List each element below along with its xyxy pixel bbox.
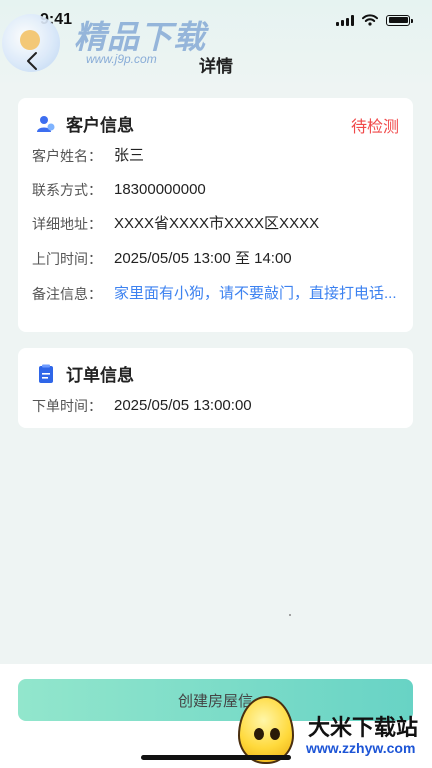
home-indicator[interactable] [141, 755, 291, 760]
customer-card-title: 客户信息 [66, 116, 134, 135]
signal-icon [336, 14, 354, 26]
row-value: XXXX省XXXX市XXXX区XXXX [114, 215, 320, 232]
row-order-time: 下单时间： 2025/05/05 13:00:00 [32, 396, 252, 416]
user-icon [37, 115, 55, 132]
row-label: 客户姓名： [32, 148, 102, 164]
status-time: 9:41 [40, 11, 73, 28]
battery-icon [386, 14, 413, 26]
row-value[interactable]: 18300000000 [114, 180, 206, 200]
row-address: 详细地址： XXXX省XXXX市XXXX区XXXX [32, 214, 319, 234]
customer-info-card: 客户信息 待检测 客户姓名： 张三 联系方式： 18300000000 详细地址… [18, 98, 413, 332]
create-button-label: 创建房屋信 [177, 692, 253, 710]
row-label: 上门时间： [32, 251, 102, 267]
order-card-title: 订单信息 [66, 366, 134, 385]
customer-card-header: 客户信息 [36, 111, 134, 136]
order-info-card: 订单信息 下单时间： 2025/05/05 13:00:00 [18, 348, 413, 428]
row-value: 张三 [114, 147, 145, 164]
order-card-header: 订单信息 [36, 361, 134, 386]
page-title: 详情 [199, 57, 233, 76]
status-icons [336, 14, 413, 26]
row-label: 下单时间： [32, 398, 102, 414]
row-label: 详细地址： [32, 216, 102, 232]
row-value: 2025/05/05 13:00 至 14:00 [114, 250, 292, 267]
row-label: 备注信息： [32, 286, 102, 302]
row-contact: 联系方式： 18300000000 [32, 180, 206, 200]
row-label: 联系方式： [32, 182, 102, 198]
row-remark: 备注信息： 家里面有小狗，请不要敲门，直接打电话... [32, 284, 404, 304]
document-icon [39, 364, 53, 383]
row-customer-name: 客户姓名： 张三 [32, 146, 144, 166]
stray-dot [289, 614, 291, 616]
create-house-info-button[interactable]: 创建房屋信 [18, 679, 413, 721]
status-badge: 待检测 [350, 119, 399, 136]
row-visit-time: 上门时间： 2025/05/05 13:00 至 14:00 [32, 249, 292, 269]
wifi-icon [362, 14, 378, 26]
row-value: 2025/05/05 13:00:00 [114, 397, 252, 414]
remark-value[interactable]: 家里面有小狗，请不要敲门，直接打电话... [114, 284, 404, 304]
